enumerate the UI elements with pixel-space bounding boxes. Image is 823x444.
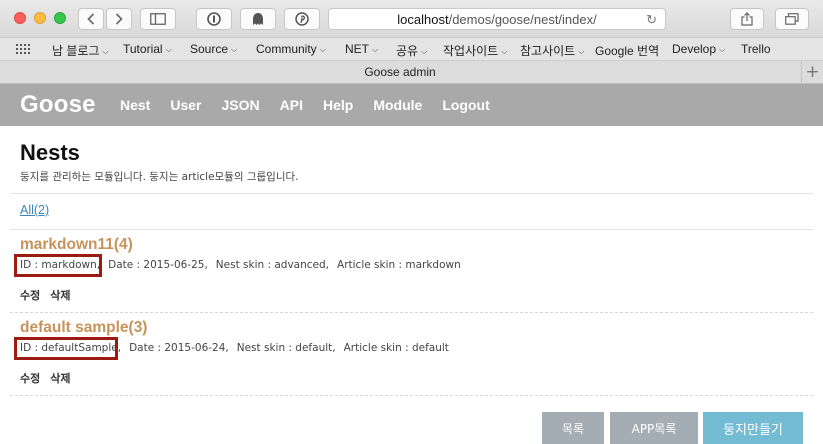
edit-link[interactable]: 수정 [20,289,40,302]
new-tab-button[interactable]: + [801,61,823,83]
chevron-right-icon [115,13,123,25]
share-button[interactable] [730,8,764,30]
nest-date: Date : 2015-06-25, [108,259,208,271]
chevron-down-icon: ⌵ [102,47,109,56]
nest-title[interactable]: markdown11(4) [20,236,133,254]
url-host: localhost [397,11,449,27]
bookmark-folder[interactable]: Develop ⌵ [672,42,725,56]
nav-module[interactable]: Module [373,97,422,113]
chevron-left-icon [87,13,95,25]
password-icon [207,12,221,26]
delete-link[interactable]: 삭제 [50,289,70,302]
divider [10,312,813,313]
nav-logout[interactable]: Logout [442,97,489,113]
page-description: 둥지를 관리하는 모듈입니다. 둥지는 article모듈의 그룹입니다. [20,171,299,183]
forward-button[interactable] [106,8,132,30]
nav-user[interactable]: User [170,97,201,113]
reload-icon[interactable]: ↻ [646,12,657,28]
chevron-down-icon: ⌵ [501,47,508,56]
plus-icon: + [805,62,820,82]
back-button[interactable] [78,8,104,30]
nest-skin: Nest skin : default, [236,342,336,354]
bookmark-folder[interactable]: 남 블로그 ⌵ [52,42,109,59]
close-window-button[interactable] [14,12,26,24]
url-path: /demos/goose/nest/index/ [448,11,597,27]
pinterest-icon [295,12,309,26]
ghostery-extension-button[interactable] [240,8,276,30]
app-header: Goose Nest User JSON API Help Module Log… [0,84,823,126]
app-list-button[interactable]: APP목록 [610,412,698,444]
sidebar-button[interactable] [140,8,176,30]
bookmarks-bar: 남 블로그 ⌵ Tutorial ⌵ Source ⌵ Community ⌵ NET ⌵… [0,38,823,61]
delete-link[interactable]: 삭제 [50,372,70,385]
chevron-down-icon: ⌵ [421,47,428,56]
nest-skin: Nest skin : advanced, [215,259,330,271]
ghost-icon [253,13,263,25]
bookmark-folder[interactable]: 공유 ⌵ [396,42,427,59]
nest-title[interactable]: default sample(3) [20,319,147,337]
tab-goose-admin[interactable]: Goose admin [0,61,800,83]
divider [10,193,813,194]
tabs-icon [785,13,799,25]
app-logo[interactable]: Goose [20,91,96,119]
nav-nest[interactable]: Nest [120,97,150,113]
bookmark-link[interactable]: Trello [741,42,771,56]
bookmark-folder[interactable]: Tutorial ⌵ [123,42,172,56]
chevron-down-icon: ⌵ [231,45,238,54]
article-skin: Article skin : default [343,342,449,354]
nest-date: Date : 2015-06-24, [129,342,229,354]
nest-actions: 수정 삭제 [20,287,81,303]
minimize-window-button[interactable] [34,12,46,24]
id-highlight-box [14,254,102,277]
page-title: Nests [20,140,80,165]
chevron-down-icon: ⌵ [372,45,379,54]
zoom-window-button[interactable] [54,12,66,24]
bookmark-folder[interactable]: 참고사이트 ⌵ [520,42,584,59]
nav-api[interactable]: API [280,97,303,113]
create-nest-button[interactable]: 둥지만들기 [703,412,803,444]
list-button[interactable]: 목록 [542,412,604,444]
tab-title: Goose admin [364,65,436,79]
chevron-down-icon: ⌵ [578,47,585,56]
bookmark-folder[interactable]: 작업사이트 ⌵ [443,42,507,59]
bookmark-folder[interactable]: Community ⌵ [256,42,326,56]
article-skin: Article skin : markdown [337,259,461,271]
password-extension-button[interactable] [196,8,232,30]
bookmark-folder[interactable]: Source ⌵ [190,42,237,56]
address-bar[interactable]: localhost/demos/goose/nest/index/ ↻ [328,8,666,30]
sidebar-icon [150,13,166,25]
divider [10,229,813,230]
share-icon [741,12,753,26]
pinterest-extension-button[interactable] [284,8,320,30]
nav-help[interactable]: Help [323,97,353,113]
all-nests-link[interactable]: All(2) [20,203,49,217]
browser-toolbar: localhost/demos/goose/nest/index/ ↻ [0,0,823,38]
chevron-down-icon: ⌵ [165,45,172,54]
bookmark-link[interactable]: Google 번역 [595,42,659,59]
divider [10,395,813,396]
nav-json[interactable]: JSON [222,97,260,113]
bookmark-folder[interactable]: NET ⌵ [345,42,378,56]
nest-actions: 수정 삭제 [20,370,81,386]
show-tabs-button[interactable] [775,8,809,30]
main-nav: Nest User JSON API Help Module Logout [120,97,510,113]
top-sites-grid-icon[interactable] [16,44,30,55]
id-highlight-box [14,337,118,360]
chevron-down-icon: ⌵ [719,45,726,54]
tab-bar: Goose admin + [0,61,823,84]
edit-link[interactable]: 수정 [20,372,40,385]
chevron-down-icon: ⌵ [319,45,326,54]
